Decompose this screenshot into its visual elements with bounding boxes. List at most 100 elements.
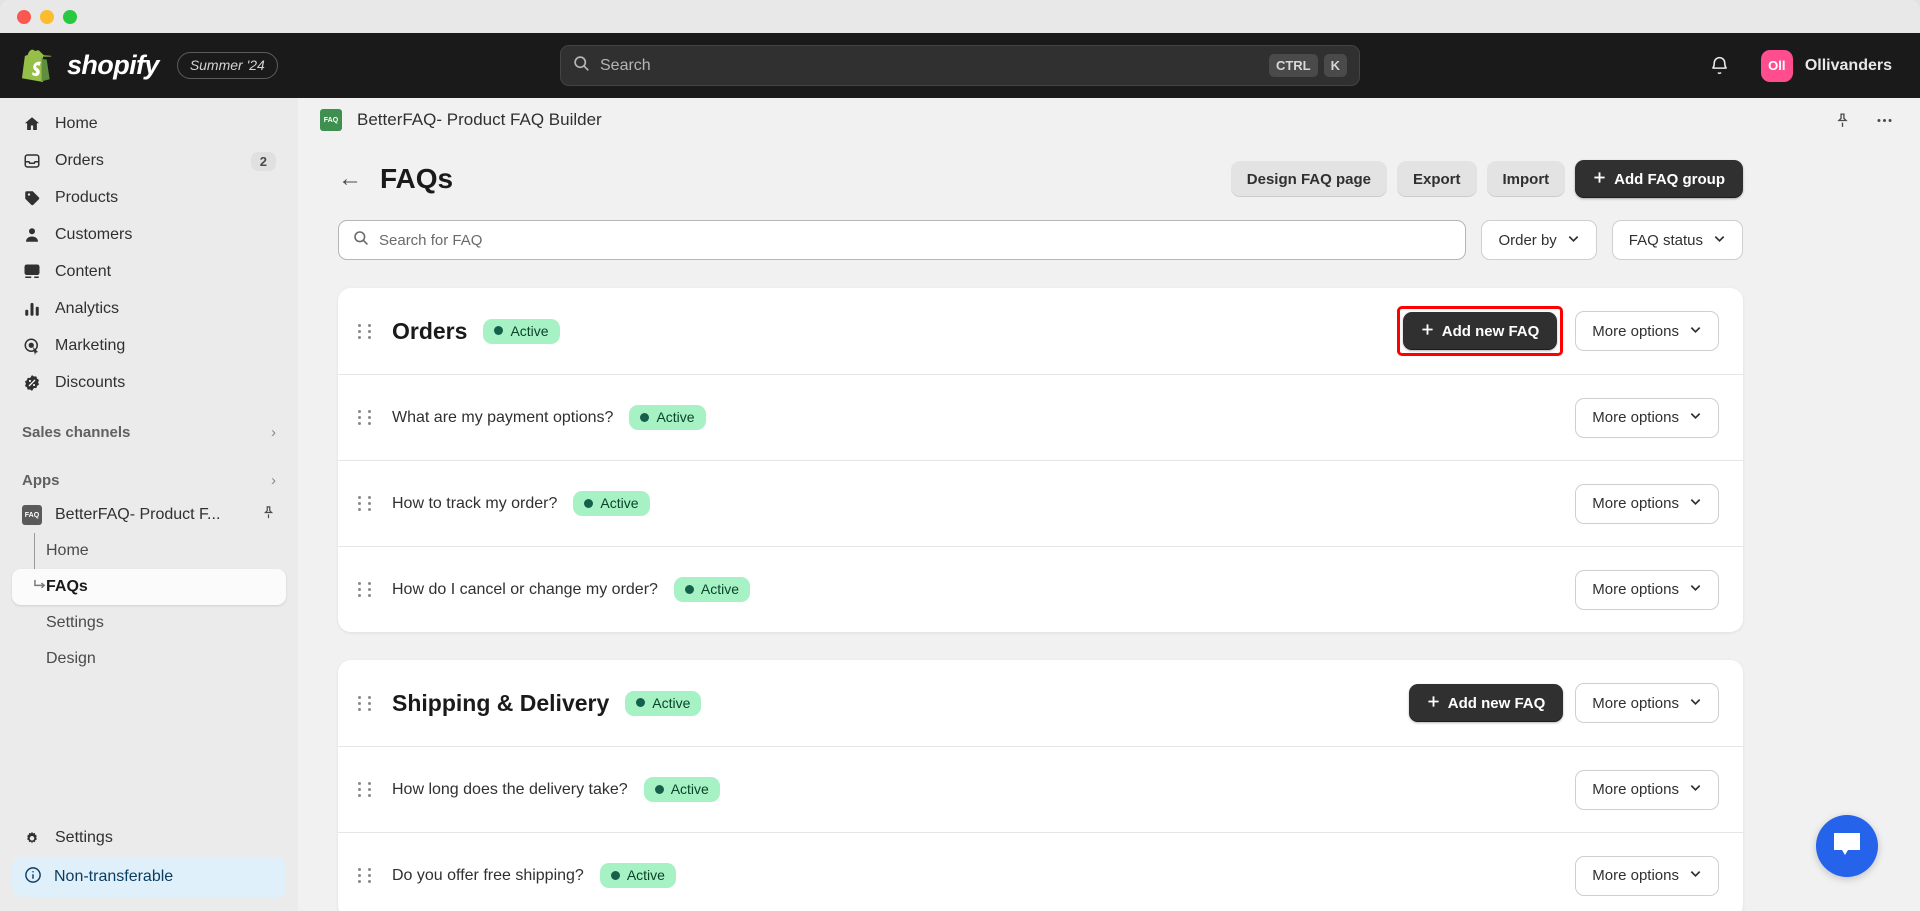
section-label: Sales channels — [22, 423, 131, 441]
status-badge: Active — [599, 863, 676, 888]
sidebar-item-betterfaq-app[interactable]: FAQ BetterFAQ- Product F... — [12, 497, 286, 533]
pin-icon[interactable] — [1830, 108, 1855, 133]
window-minimize-button[interactable] — [40, 9, 54, 24]
section-label: Apps — [22, 471, 60, 489]
shopify-brand[interactable]: shopify Summer '24 — [22, 49, 278, 82]
search-icon — [573, 55, 590, 77]
drag-handle-icon[interactable] — [358, 695, 374, 711]
faq-search-input[interactable] — [379, 231, 1452, 249]
sidebar-item-app-design[interactable]: Design — [12, 641, 286, 677]
more-options-dropdown[interactable]: More options — [1575, 769, 1719, 810]
sidebar-section-sales-channels[interactable]: Sales channels › — [12, 415, 286, 449]
sidebar-item-label: Analytics — [55, 300, 120, 317]
window-maximize-button[interactable] — [63, 9, 77, 24]
status-badge: Active — [483, 318, 560, 344]
sidebar-item-app-settings[interactable]: Settings — [12, 605, 286, 641]
more-options-dropdown[interactable]: More options — [1575, 683, 1719, 723]
order-by-dropdown[interactable]: Order by — [1481, 220, 1597, 260]
faq-row: What are my payment options? Active More… — [338, 374, 1743, 460]
window-close-button[interactable] — [17, 9, 31, 24]
drag-handle-icon[interactable] — [358, 582, 374, 597]
export-button[interactable]: Export — [1396, 161, 1477, 197]
chevron-down-icon — [1689, 495, 1702, 512]
sidebar-item-orders[interactable]: Orders 2 — [12, 143, 286, 179]
faq-status-dropdown[interactable]: FAQ status — [1611, 220, 1743, 260]
search-icon — [353, 230, 369, 251]
faq-question: Do you offer free shipping? — [392, 866, 584, 884]
sidebar-item-products[interactable]: Products — [12, 180, 286, 216]
faq-group-card: Shipping & Delivery Active Add new FAQ M… — [338, 660, 1743, 911]
more-options-dropdown[interactable]: More options — [1575, 483, 1719, 524]
page-header: ← FAQs Design FAQ page Export Import Add… — [338, 160, 1880, 198]
sidebar-item-discounts[interactable]: Discounts — [12, 365, 286, 401]
target-cursor-icon — [22, 336, 42, 356]
user-menu[interactable]: Oll Ollivanders — [1755, 46, 1898, 86]
more-options-label: More options — [1592, 322, 1679, 340]
more-options-dropdown[interactable]: More options — [1575, 855, 1719, 896]
chat-widget-button[interactable] — [1816, 815, 1878, 877]
user-name: Ollivanders — [1804, 56, 1892, 74]
orders-count-badge: 2 — [250, 151, 276, 171]
faq-group-title: Shipping & Delivery — [392, 689, 610, 716]
plus-icon — [1427, 695, 1440, 712]
non-transferable-banner[interactable]: Non-transferable — [12, 857, 286, 897]
drag-handle-icon[interactable] — [358, 868, 374, 883]
orders-inbox-icon — [22, 151, 42, 171]
arrow-left-icon[interactable]: ← — [338, 165, 362, 193]
design-faq-page-button[interactable]: Design FAQ page — [1230, 161, 1387, 197]
more-options-dropdown[interactable]: More options — [1575, 569, 1719, 610]
add-new-faq-button[interactable]: Add new FAQ — [1402, 312, 1558, 350]
sidebar-item-analytics[interactable]: Analytics — [12, 291, 286, 327]
pin-icon[interactable] — [261, 505, 276, 525]
status-dot-icon — [640, 412, 650, 422]
more-options-label: More options — [1592, 581, 1679, 598]
drag-handle-icon[interactable] — [358, 782, 374, 797]
sidebar-item-app-faqs[interactable]: FAQs — [12, 569, 286, 605]
sidebar-item-content[interactable]: Content — [12, 254, 286, 290]
subitem-label: Home — [46, 542, 89, 559]
status-label: Active — [656, 409, 695, 425]
add-faq-group-button[interactable]: Add FAQ group — [1575, 160, 1743, 198]
sidebar-item-home[interactable]: Home — [12, 106, 286, 142]
more-options-dropdown[interactable]: More options — [1575, 397, 1719, 438]
more-options-dropdown[interactable]: More options — [1575, 311, 1719, 351]
status-label: Active — [600, 495, 639, 511]
chevron-down-icon — [1713, 232, 1726, 249]
faq-question: What are my payment options? — [392, 408, 614, 426]
bar-chart-icon — [22, 299, 42, 319]
main-content-area: FAQ BetterFAQ- Product FAQ Builder ← FAQ… — [298, 98, 1920, 911]
sidebar-section-apps[interactable]: Apps › — [12, 463, 286, 497]
status-badge: Active — [573, 491, 650, 516]
sidebar-item-label: Content — [55, 263, 112, 280]
sidebar-item-app-home[interactable]: Home — [12, 533, 286, 569]
import-button[interactable]: Import — [1486, 161, 1566, 197]
topbar-right-cluster: Oll Ollivanders — [1702, 46, 1898, 86]
sidebar-item-marketing[interactable]: Marketing — [12, 328, 286, 364]
group-actions: Add new FAQ More options — [1396, 306, 1719, 356]
app-context-bar: FAQ BetterFAQ- Product FAQ Builder — [298, 98, 1920, 142]
global-search-bar[interactable]: CTRL K — [560, 45, 1360, 86]
add-new-faq-label: Add new FAQ — [1441, 322, 1540, 340]
status-label: Active — [510, 322, 549, 339]
faq-question: How long does the delivery take? — [392, 780, 628, 798]
faq-status-label: FAQ status — [1628, 231, 1703, 249]
search-input[interactable] — [600, 56, 1263, 75]
sidebar-item-settings[interactable]: Settings — [12, 820, 286, 856]
faq-search-field[interactable] — [338, 220, 1467, 260]
global-topbar: shopify Summer '24 CTRL K Oll Oll — [0, 33, 1920, 98]
add-new-faq-button[interactable]: Add new FAQ — [1408, 684, 1564, 722]
drag-handle-icon[interactable] — [358, 410, 374, 425]
ellipsis-horizontal-icon[interactable] — [1871, 107, 1898, 134]
status-label: Active — [626, 867, 665, 883]
more-options-label: More options — [1592, 409, 1679, 426]
status-dot-icon — [494, 326, 504, 335]
drag-handle-icon[interactable] — [358, 323, 374, 339]
drag-handle-icon[interactable] — [358, 496, 374, 511]
more-options-label: More options — [1592, 867, 1679, 884]
window-titlebar — [0, 0, 1920, 33]
bell-icon[interactable] — [1702, 48, 1737, 83]
chevron-down-icon — [1689, 581, 1702, 598]
more-options-label: More options — [1592, 781, 1679, 798]
status-dot-icon — [654, 784, 664, 794]
sidebar-item-customers[interactable]: Customers — [12, 217, 286, 253]
